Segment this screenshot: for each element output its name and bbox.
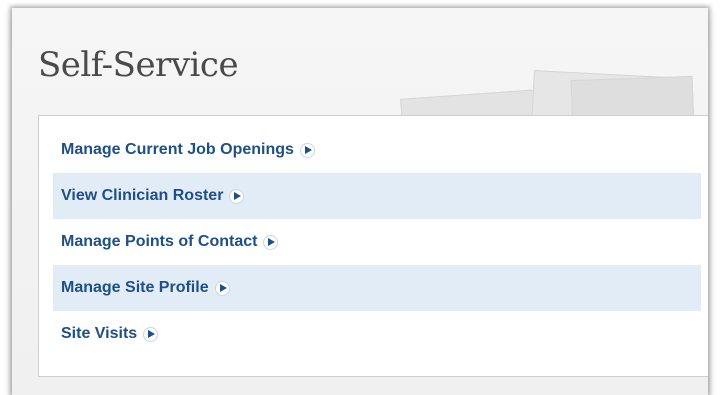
play-arrow-icon[interactable] bbox=[215, 281, 229, 295]
menu-item-label[interactable]: Manage Points of Contact bbox=[61, 233, 257, 251]
play-arrow-icon[interactable] bbox=[230, 189, 244, 203]
page-title: Self-Service bbox=[38, 45, 239, 85]
self-service-card: Self-Service Manage Current Job Openings… bbox=[12, 8, 708, 395]
play-arrow-icon[interactable] bbox=[300, 143, 314, 157]
self-service-menu-panel: Manage Current Job Openings View Clinici… bbox=[38, 115, 708, 377]
menu-item-label[interactable]: Manage Current Job Openings bbox=[61, 141, 294, 159]
menu-item-manage-points-of-contact[interactable]: Manage Points of Contact bbox=[53, 219, 701, 265]
self-service-menu: Manage Current Job Openings View Clinici… bbox=[53, 127, 701, 357]
menu-item-manage-site-profile[interactable]: Manage Site Profile bbox=[53, 265, 701, 311]
play-arrow-icon[interactable] bbox=[144, 327, 158, 341]
menu-item-manage-current-job-openings[interactable]: Manage Current Job Openings bbox=[53, 127, 701, 173]
menu-item-view-clinician-roster[interactable]: View Clinician Roster bbox=[53, 173, 701, 219]
menu-item-site-visits[interactable]: Site Visits bbox=[53, 311, 701, 357]
menu-item-label[interactable]: Manage Site Profile bbox=[61, 279, 209, 297]
menu-item-label[interactable]: View Clinician Roster bbox=[61, 187, 223, 205]
menu-item-label[interactable]: Site Visits bbox=[61, 325, 137, 343]
play-arrow-icon[interactable] bbox=[264, 235, 278, 249]
